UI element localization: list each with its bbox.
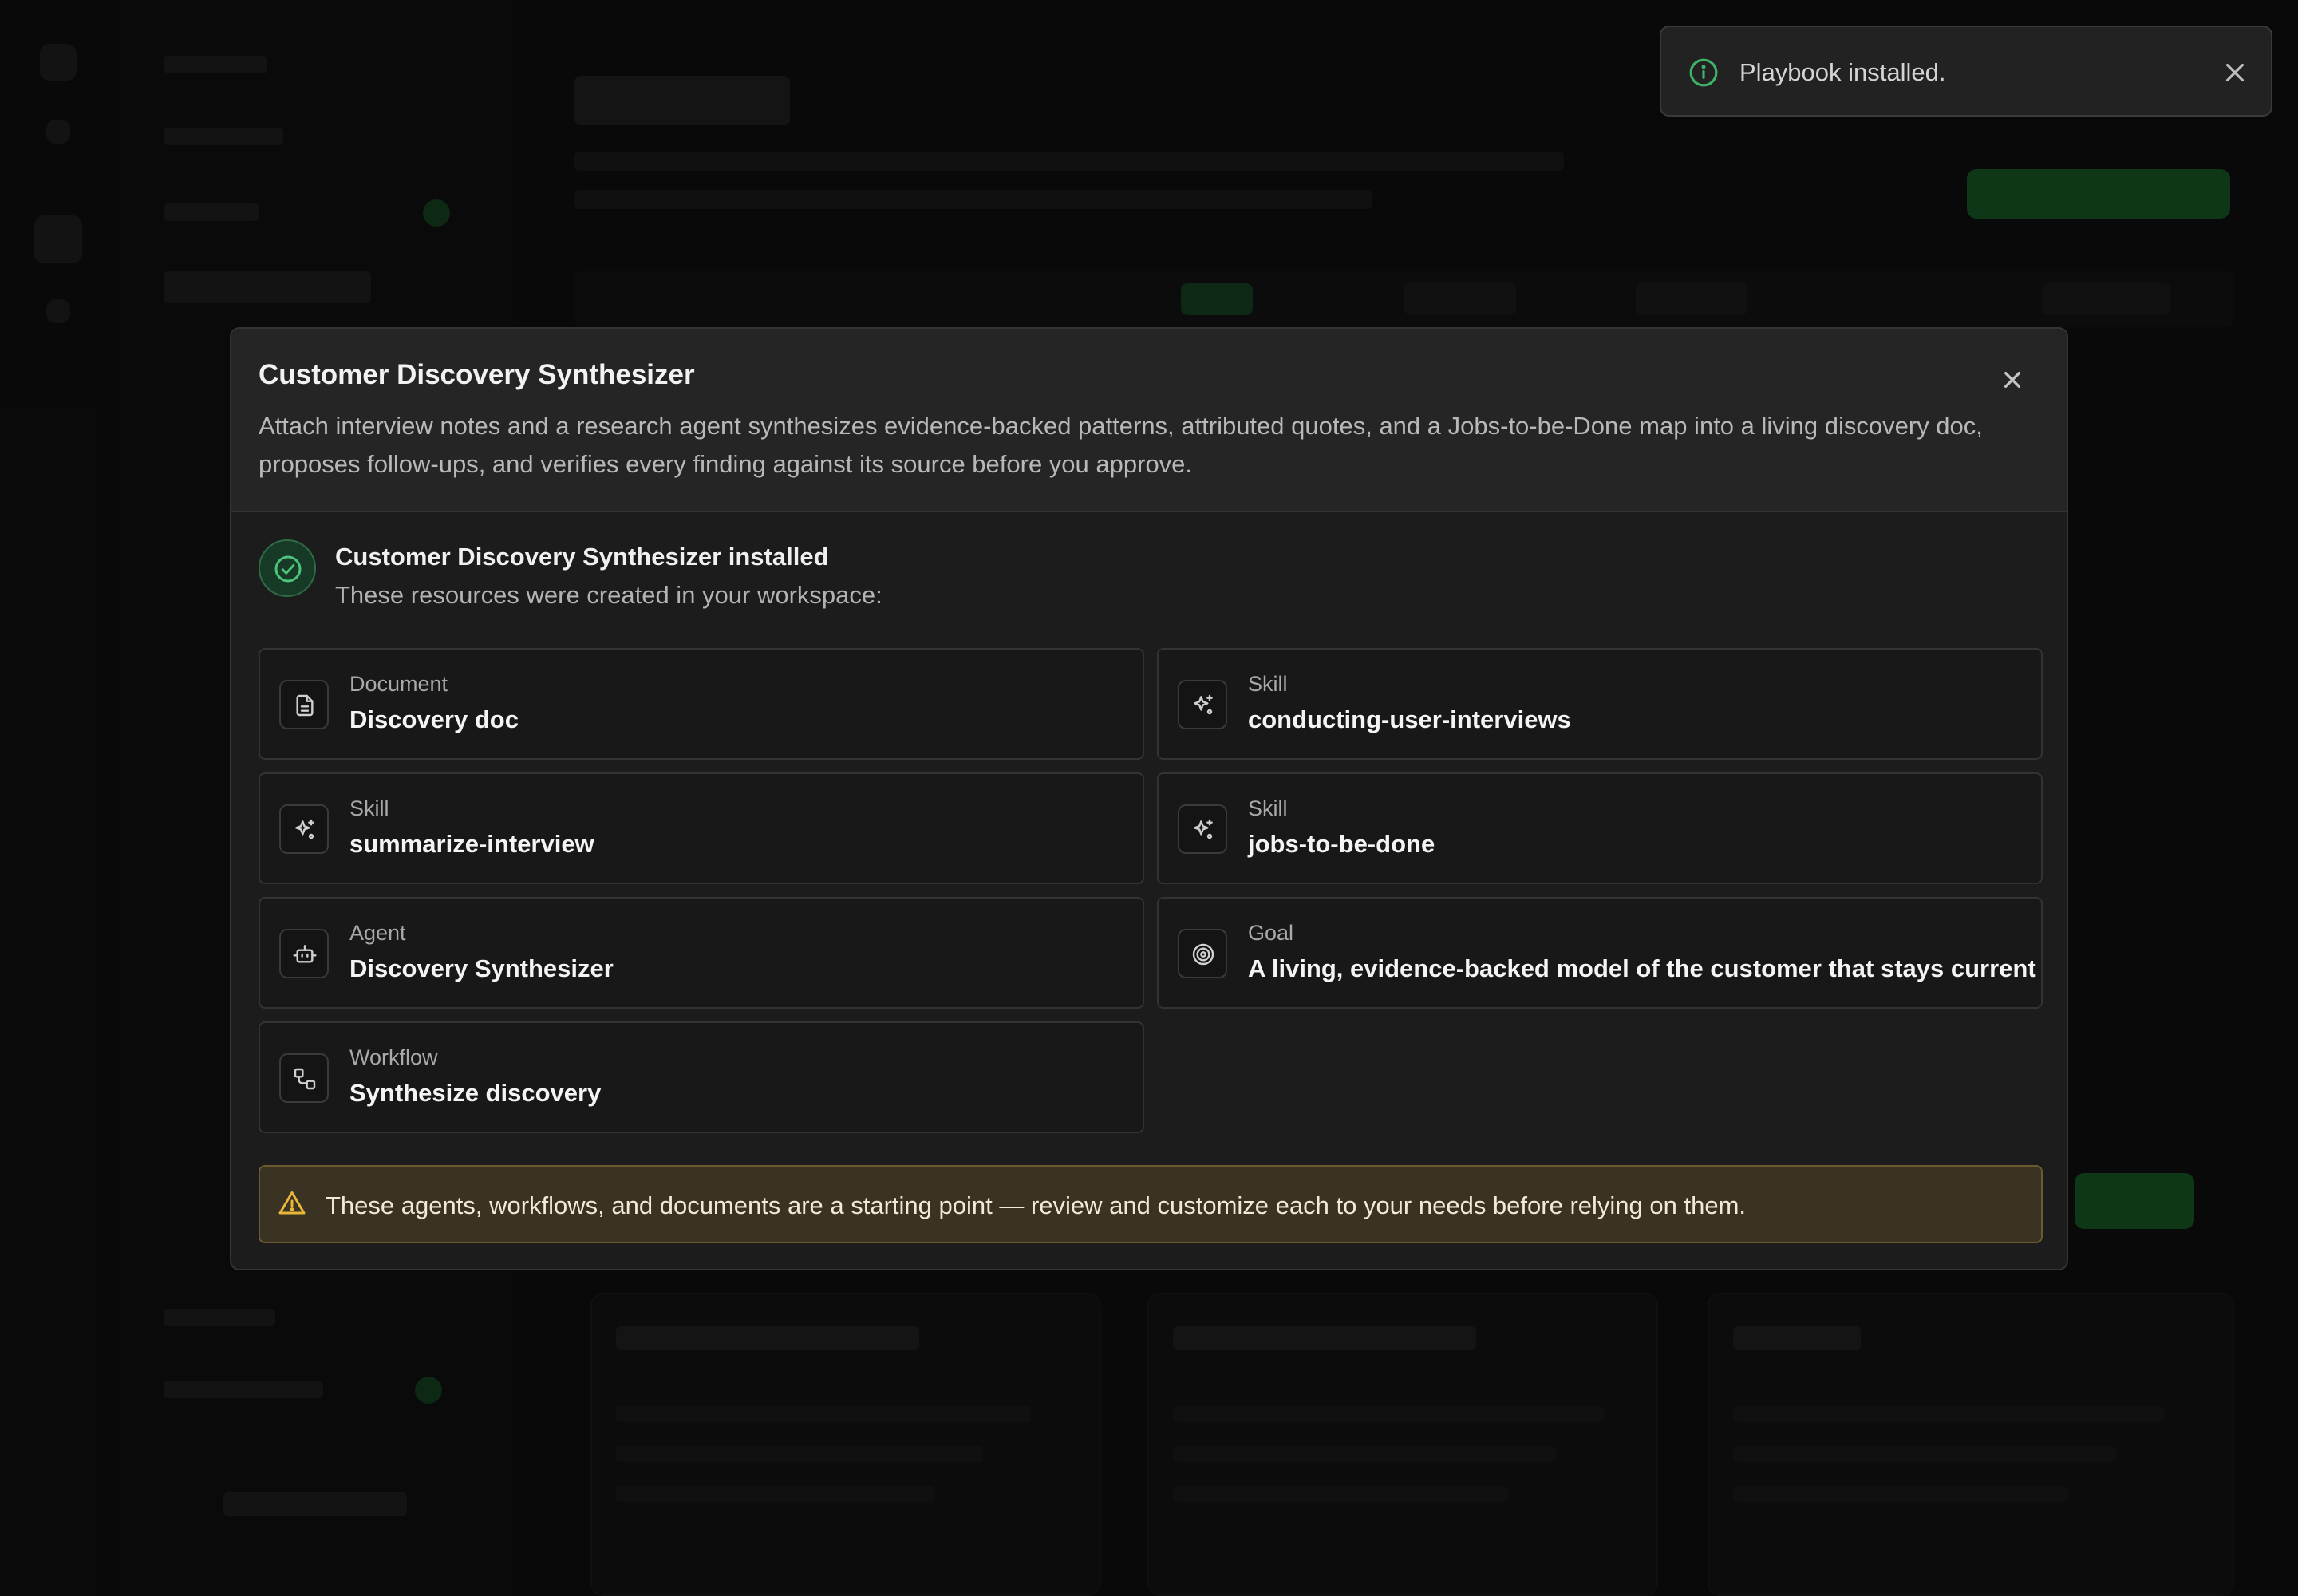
workflow-icon xyxy=(279,1053,329,1103)
warning-text: These agents, workflows, and documents a… xyxy=(326,1191,1747,1219)
resource-type: Skill xyxy=(1248,796,1288,820)
resource-name: summarize-interview xyxy=(349,830,594,858)
install-status: Customer Discovery Synthesizer installed… xyxy=(259,539,2014,619)
sparkles-icon xyxy=(1178,804,1227,854)
resource-type: Skill xyxy=(1248,672,1288,696)
dialog-title: Customer Discovery Synthesizer xyxy=(259,359,695,390)
resource-card-workflow[interactable]: Workflow Synthesize discovery xyxy=(259,1021,1144,1133)
warning-triangle-icon xyxy=(278,1189,308,1219)
toast-notification: Playbook installed. xyxy=(1660,26,2272,117)
dialog-header: Customer Discovery Synthesizer Attach in… xyxy=(231,329,2067,512)
resource-name: Discovery doc xyxy=(349,705,519,733)
sparkles-icon xyxy=(1178,680,1227,729)
resource-card-skill[interactable]: Skill conducting-user-interviews xyxy=(1157,648,2043,760)
resource-type: Skill xyxy=(349,796,389,820)
toast-message: Playbook installed. xyxy=(1739,58,1946,86)
robot-icon xyxy=(279,929,329,978)
status-title: Customer Discovery Synthesizer installed xyxy=(335,543,829,571)
close-icon[interactable] xyxy=(2220,57,2250,88)
info-icon xyxy=(1688,57,1719,88)
status-subtitle: These resources were created in your wor… xyxy=(335,581,882,609)
playbook-installed-dialog: Customer Discovery Synthesizer Attach in… xyxy=(230,327,2068,1270)
resource-name: A living, evidence-backed model of the c… xyxy=(1248,954,2036,982)
resource-card-document[interactable]: Document Discovery doc xyxy=(259,648,1144,760)
dialog-description: Attach interview notes and a research ag… xyxy=(259,412,1983,478)
resource-name: conducting-user-interviews xyxy=(1248,705,1571,733)
resource-type: Document xyxy=(349,672,448,696)
resource-type: Workflow xyxy=(349,1045,438,1069)
target-icon xyxy=(1178,929,1227,978)
sparkles-icon xyxy=(279,804,329,854)
resource-card-skill[interactable]: Skill jobs-to-be-done xyxy=(1157,772,2043,884)
resource-type: Agent xyxy=(349,921,406,945)
resource-card-agent[interactable]: Agent Discovery Synthesizer xyxy=(259,897,1144,1009)
warning-banner: These agents, workflows, and documents a… xyxy=(259,1165,2043,1243)
document-icon xyxy=(279,680,329,729)
resource-card-goal[interactable]: Goal A living, evidence-backed model of … xyxy=(1157,897,2043,1009)
resource-card-skill[interactable]: Skill summarize-interview xyxy=(259,772,1144,884)
resource-name: jobs-to-be-done xyxy=(1248,830,1435,858)
resource-type: Goal xyxy=(1248,921,1294,945)
close-icon[interactable] xyxy=(1996,364,2028,396)
resource-name: Discovery Synthesizer xyxy=(349,954,614,982)
check-circle-icon xyxy=(259,539,316,597)
resource-name: Synthesize discovery xyxy=(349,1079,602,1107)
